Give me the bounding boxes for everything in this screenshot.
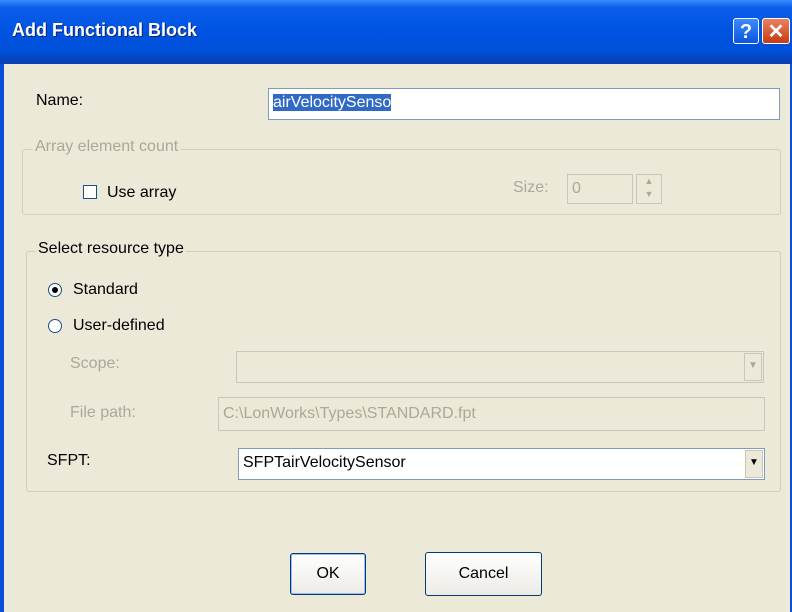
standard-label: Standard [73, 281, 138, 298]
user-defined-label: User-defined [73, 317, 165, 334]
sfpt-value: SFPTairVelocitySensor [243, 454, 406, 471]
sfpt-dropdown[interactable]: SFPTairVelocitySensor ▼ [238, 448, 765, 480]
name-label: Name: [36, 92, 84, 109]
file-path-label: File path: [70, 404, 136, 421]
scope-label: Scope: [70, 355, 120, 372]
help-button[interactable]: ? [733, 18, 759, 44]
size-spinner[interactable]: ▲ ▼ [636, 174, 662, 204]
scope-chevron-down-icon[interactable]: ▼ [744, 353, 762, 381]
resource-group-label: Select resource type [36, 240, 186, 258]
spin-up-icon[interactable]: ▲ [637, 175, 661, 188]
file-path-value: C:\LonWorks\Types\STANDARD.fpt [223, 405, 476, 422]
close-button[interactable]: ✕ [762, 18, 790, 44]
use-array-label: Use array [107, 184, 177, 201]
title-bar[interactable]: Add Functional Block ? ✕ [0, 0, 792, 64]
scope-dropdown[interactable]: ▼ [236, 351, 764, 383]
file-path-input[interactable]: C:\LonWorks\Types\STANDARD.fpt [218, 397, 765, 431]
array-element-count-group [22, 149, 781, 215]
size-value: 0 [572, 180, 581, 197]
sfpt-label: SFPT: [47, 452, 91, 469]
window-frame-left [0, 64, 4, 612]
array-group-label: Array element count [33, 138, 181, 156]
ok-button[interactable]: OK [290, 553, 366, 595]
name-input[interactable]: airVelocitySenso [268, 88, 780, 120]
sfpt-chevron-down-icon[interactable]: ▼ [745, 450, 763, 478]
spin-down-icon[interactable]: ▼ [637, 188, 661, 201]
dialog-title: Add Functional Block [12, 20, 198, 40]
user-defined-radio[interactable] [48, 319, 62, 333]
standard-radio[interactable] [48, 283, 62, 297]
size-input[interactable]: 0 [567, 174, 633, 204]
size-label: Size: [513, 179, 549, 196]
use-array-checkbox[interactable] [83, 185, 97, 199]
cancel-button[interactable]: Cancel [425, 552, 542, 596]
add-functional-block-dialog: Add Functional Block ? ✕ Name: airVeloci… [0, 0, 792, 612]
name-value: airVelocitySenso [273, 94, 392, 111]
